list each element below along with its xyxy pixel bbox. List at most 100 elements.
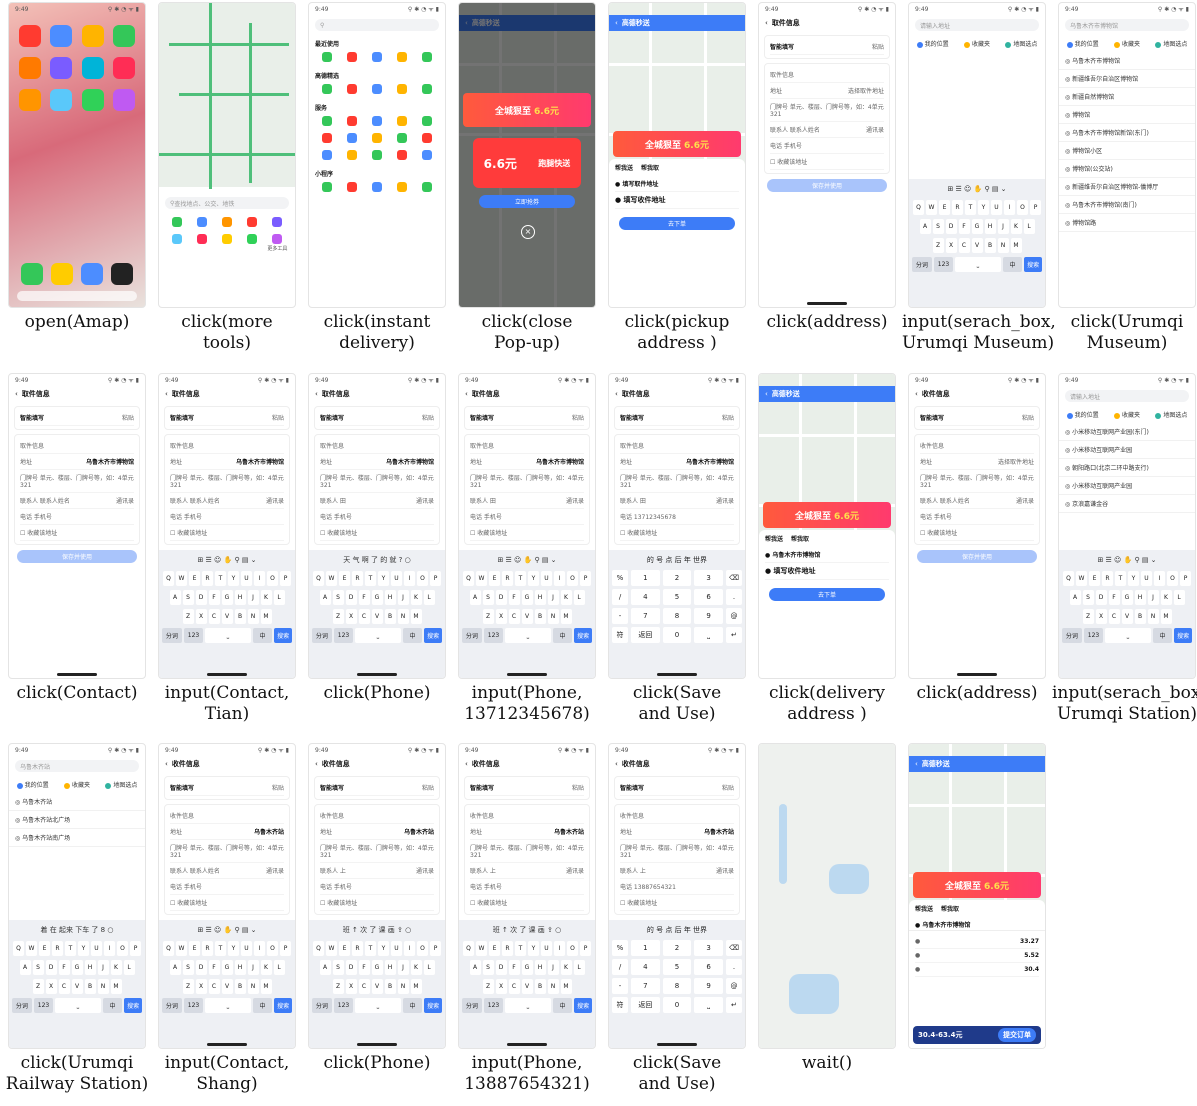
tool-item[interactable] xyxy=(165,217,188,228)
candidate-bar[interactable]: 天 气 啊 了 的 就 ? ○ xyxy=(312,553,442,567)
key[interactable]: J xyxy=(397,960,409,975)
back-icon[interactable]: ‹ xyxy=(165,760,168,768)
key[interactable]: Y xyxy=(228,941,239,956)
tool-icon[interactable] xyxy=(321,182,332,192)
key[interactable]: J xyxy=(547,590,559,605)
tool-icon[interactable] xyxy=(371,116,382,126)
tool-icon[interactable] xyxy=(371,133,382,143)
key[interactable]: O xyxy=(417,571,428,586)
symbol-key[interactable]: - xyxy=(612,608,628,624)
contact-row[interactable]: 联系人 联系人姓名 通讯录 xyxy=(170,863,284,879)
key[interactable]: Q xyxy=(1063,571,1074,586)
address-row[interactable]: 地址 选择取件地址 xyxy=(920,454,1034,470)
fn-key[interactable]: 分词 xyxy=(162,998,182,1013)
key[interactable]: B xyxy=(984,238,996,253)
paste-button[interactable]: 粘贴 xyxy=(122,413,134,422)
lang-key[interactable]: 中 xyxy=(402,998,423,1013)
key[interactable]: B xyxy=(384,979,396,994)
location-tab[interactable]: 地图选点 xyxy=(1005,39,1037,48)
key[interactable]: Q xyxy=(463,941,474,956)
key[interactable]: B xyxy=(234,979,246,994)
key[interactable]: W xyxy=(176,941,187,956)
location-tab[interactable]: 收藏夹 xyxy=(1113,410,1140,419)
key[interactable]: H xyxy=(534,960,546,975)
key[interactable]: K xyxy=(560,590,572,605)
key[interactable]: T xyxy=(215,571,226,586)
fn-key[interactable]: 分词 xyxy=(162,628,182,643)
key[interactable]: N xyxy=(547,609,559,624)
contact-row[interactable]: 联系人 联系人姓名 通讯录 xyxy=(170,493,284,509)
key[interactable]: H xyxy=(1134,590,1146,605)
contact-row[interactable]: 联系人 联系人姓名 通讯录 xyxy=(770,122,884,138)
send-tab[interactable]: 帮我取 xyxy=(941,904,959,913)
key[interactable]: S xyxy=(1082,590,1094,605)
key[interactable]: A xyxy=(469,590,481,605)
search-input[interactable]: 请输入地址 xyxy=(1065,390,1189,402)
key[interactable]: R xyxy=(202,941,213,956)
address-row[interactable]: 地址 乌鲁木齐市博物馆 xyxy=(170,454,284,470)
key[interactable]: G xyxy=(221,960,233,975)
contact-row[interactable]: 联系人 联系人姓名 通讯录 xyxy=(920,493,1034,509)
lang-key[interactable]: 中 xyxy=(252,998,273,1013)
go-key[interactable]: 搜索 xyxy=(274,628,292,643)
key[interactable]: K xyxy=(410,960,422,975)
dock-icon[interactable] xyxy=(51,263,73,285)
back-key[interactable]: 返回 xyxy=(631,997,660,1013)
key[interactable]: A xyxy=(319,960,331,975)
tool-icon[interactable] xyxy=(346,150,357,160)
key[interactable]: N xyxy=(997,238,1009,253)
key[interactable]: B xyxy=(1134,609,1146,624)
save-and-use-button[interactable]: 保存并使用 xyxy=(917,550,1037,563)
candidate-bar[interactable]: 班 ↑ 次 了 课 画 ⇪ ○ xyxy=(462,923,592,937)
key[interactable]: H xyxy=(534,590,546,605)
location-tab[interactable]: 地图选点 xyxy=(1155,39,1187,48)
paste-button[interactable]: 粘贴 xyxy=(722,783,734,792)
lang-key[interactable]: 中 xyxy=(552,628,573,643)
num-key[interactable]: 123 xyxy=(183,998,204,1013)
key[interactable]: L xyxy=(1023,219,1035,234)
tool-icon[interactable] xyxy=(422,182,433,192)
addressbook-button[interactable]: 通讯录 xyxy=(566,866,584,875)
key[interactable]: N xyxy=(97,979,109,994)
key[interactable]: A xyxy=(169,590,181,605)
key[interactable]: M xyxy=(1160,609,1172,624)
key[interactable]: A xyxy=(919,219,931,234)
tool-icon[interactable] xyxy=(346,52,357,62)
key[interactable]: X xyxy=(1095,609,1107,624)
candidate-bar[interactable]: ⊞ ☰ ☺ ✋ ⚲ ▤ ⌄ xyxy=(1062,553,1192,567)
key[interactable]: E xyxy=(339,571,350,586)
phone-field[interactable]: 电话 手机号 xyxy=(320,509,434,525)
candidate-bar[interactable]: 的 号 点 后 年 世界 xyxy=(612,923,742,937)
key[interactable]: G xyxy=(221,590,233,605)
app-icon[interactable] xyxy=(81,25,104,47)
back-icon[interactable]: ‹ xyxy=(465,390,468,398)
digit-key[interactable]: 6 xyxy=(694,589,723,605)
key[interactable]: D xyxy=(45,960,57,975)
search-result[interactable]: ◎ 小米移动互联网产业园 xyxy=(1059,477,1195,495)
search-result[interactable]: ◎ 乌鲁木齐市博物馆(南门) xyxy=(1059,196,1195,214)
key[interactable]: N xyxy=(1147,609,1159,624)
key[interactable]: U xyxy=(91,941,102,956)
lang-key[interactable]: 中 xyxy=(252,628,273,643)
paste-button[interactable]: 粘贴 xyxy=(272,783,284,792)
key[interactable]: E xyxy=(489,571,500,586)
search-result[interactable]: ◎ 新疆维吾尔自治区博物馆-儀博厅 xyxy=(1059,178,1195,196)
key[interactable]: I xyxy=(554,571,565,586)
phone-field[interactable]: 电话 13712345678 xyxy=(620,509,734,525)
send-tab[interactable]: 帮我取 xyxy=(791,534,809,543)
key[interactable]: Z xyxy=(32,979,44,994)
back-key[interactable]: 返回 xyxy=(631,627,660,643)
candidate-bar[interactable]: ⊞ ☰ ☺ ✋ ⚲ ▤ ⌄ xyxy=(912,182,1042,196)
go-key[interactable]: 搜索 xyxy=(424,628,442,643)
key[interactable]: W xyxy=(326,571,337,586)
key[interactable]: I xyxy=(1004,200,1015,215)
key[interactable]: A xyxy=(1069,590,1081,605)
contact-row[interactable]: 联系人 联系人姓名 通讯录 xyxy=(20,493,134,509)
doorplate-field[interactable]: 门牌号 单元、楼层、门牌号等，如：4单元321 xyxy=(770,99,884,122)
tool-icon[interactable] xyxy=(422,116,433,126)
fn-key[interactable]: 分词 xyxy=(1062,628,1082,643)
address-row[interactable]: 地址 乌鲁木齐市博物馆 xyxy=(470,454,584,470)
key[interactable]: E xyxy=(939,200,950,215)
search-result[interactable]: ◎ 博物馆(公交站) xyxy=(1059,160,1195,178)
key[interactable]: R xyxy=(502,941,513,956)
